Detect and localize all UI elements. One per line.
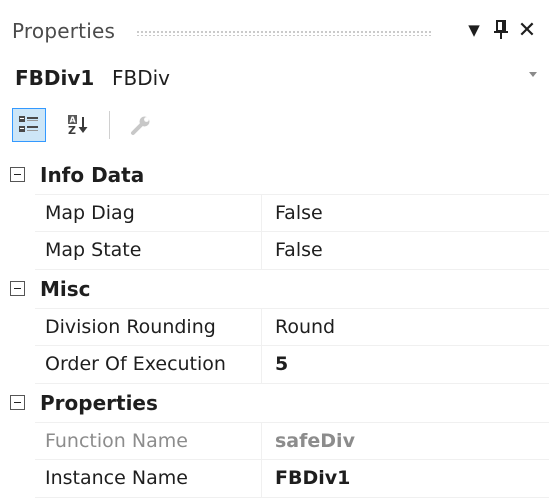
category-misc[interactable]: Misc	[0, 270, 549, 308]
collapse-icon[interactable]	[10, 281, 25, 296]
property-row-map-diag[interactable]: Map Diag False	[35, 194, 549, 232]
toolbar-separator	[109, 111, 110, 139]
column-divider	[261, 195, 262, 231]
property-value[interactable]: FBDiv1	[275, 467, 350, 489]
category-label: Misc	[40, 277, 91, 301]
column-divider	[261, 232, 262, 269]
panel-title-bar: Properties ▼ ✕	[0, 0, 549, 62]
category-label: Info Data	[40, 163, 145, 187]
property-row-order-of-execution[interactable]: Order Of Execution 5	[35, 346, 549, 384]
property-row-instance-name[interactable]: Instance Name FBDiv1	[35, 460, 549, 498]
category-label: Properties	[40, 391, 158, 415]
property-row-division-rounding[interactable]: Division Rounding Round	[35, 308, 549, 346]
property-name: Instance Name	[45, 467, 188, 489]
property-value[interactable]: False	[275, 202, 323, 224]
property-row-function-name[interactable]: Function Name safeDiv	[35, 422, 549, 460]
column-divider	[261, 346, 262, 383]
property-row-map-state[interactable]: Map State False	[35, 232, 549, 270]
property-name: Function Name	[45, 430, 188, 452]
property-pages-button[interactable]	[124, 108, 158, 142]
categorized-button[interactable]	[12, 108, 46, 142]
collapse-icon[interactable]	[10, 167, 25, 182]
panel-title: Properties	[12, 19, 116, 43]
property-value[interactable]: False	[275, 239, 323, 261]
wrench-icon	[131, 116, 150, 135]
object-selector[interactable]: FBDiv1 FBDiv	[0, 62, 549, 98]
property-name: Map Diag	[45, 202, 135, 224]
property-value[interactable]: 5	[275, 353, 288, 375]
property-name: Order Of Execution	[45, 353, 226, 375]
chevron-down-icon[interactable]	[529, 72, 537, 77]
property-value: safeDiv	[275, 430, 355, 452]
property-grid: Info Data Map Diag False Map State False…	[0, 156, 549, 498]
window-position-dropdown-icon[interactable]: ▼	[462, 16, 486, 44]
sort-alphabetical-button[interactable]: A Z	[62, 108, 96, 142]
property-name: Division Rounding	[45, 316, 216, 338]
object-type: FBDiv	[112, 66, 171, 90]
column-divider	[261, 460, 262, 497]
sort-alphabetical-icon: A Z	[68, 115, 88, 136]
pin-icon[interactable]	[489, 16, 513, 44]
close-icon[interactable]: ✕	[515, 16, 539, 44]
column-divider	[261, 309, 262, 345]
category-properties[interactable]: Properties	[0, 384, 549, 422]
svg-text:Z: Z	[68, 124, 76, 136]
properties-toolbar: A Z	[0, 98, 549, 156]
drag-grip[interactable]	[136, 30, 432, 36]
object-name: FBDiv1	[15, 66, 95, 90]
property-name: Map State	[45, 239, 142, 261]
category-info-data[interactable]: Info Data	[0, 156, 549, 194]
column-divider	[261, 423, 262, 459]
collapse-icon[interactable]	[10, 395, 25, 410]
categorized-icon	[19, 116, 38, 132]
property-value[interactable]: Round	[275, 316, 335, 338]
